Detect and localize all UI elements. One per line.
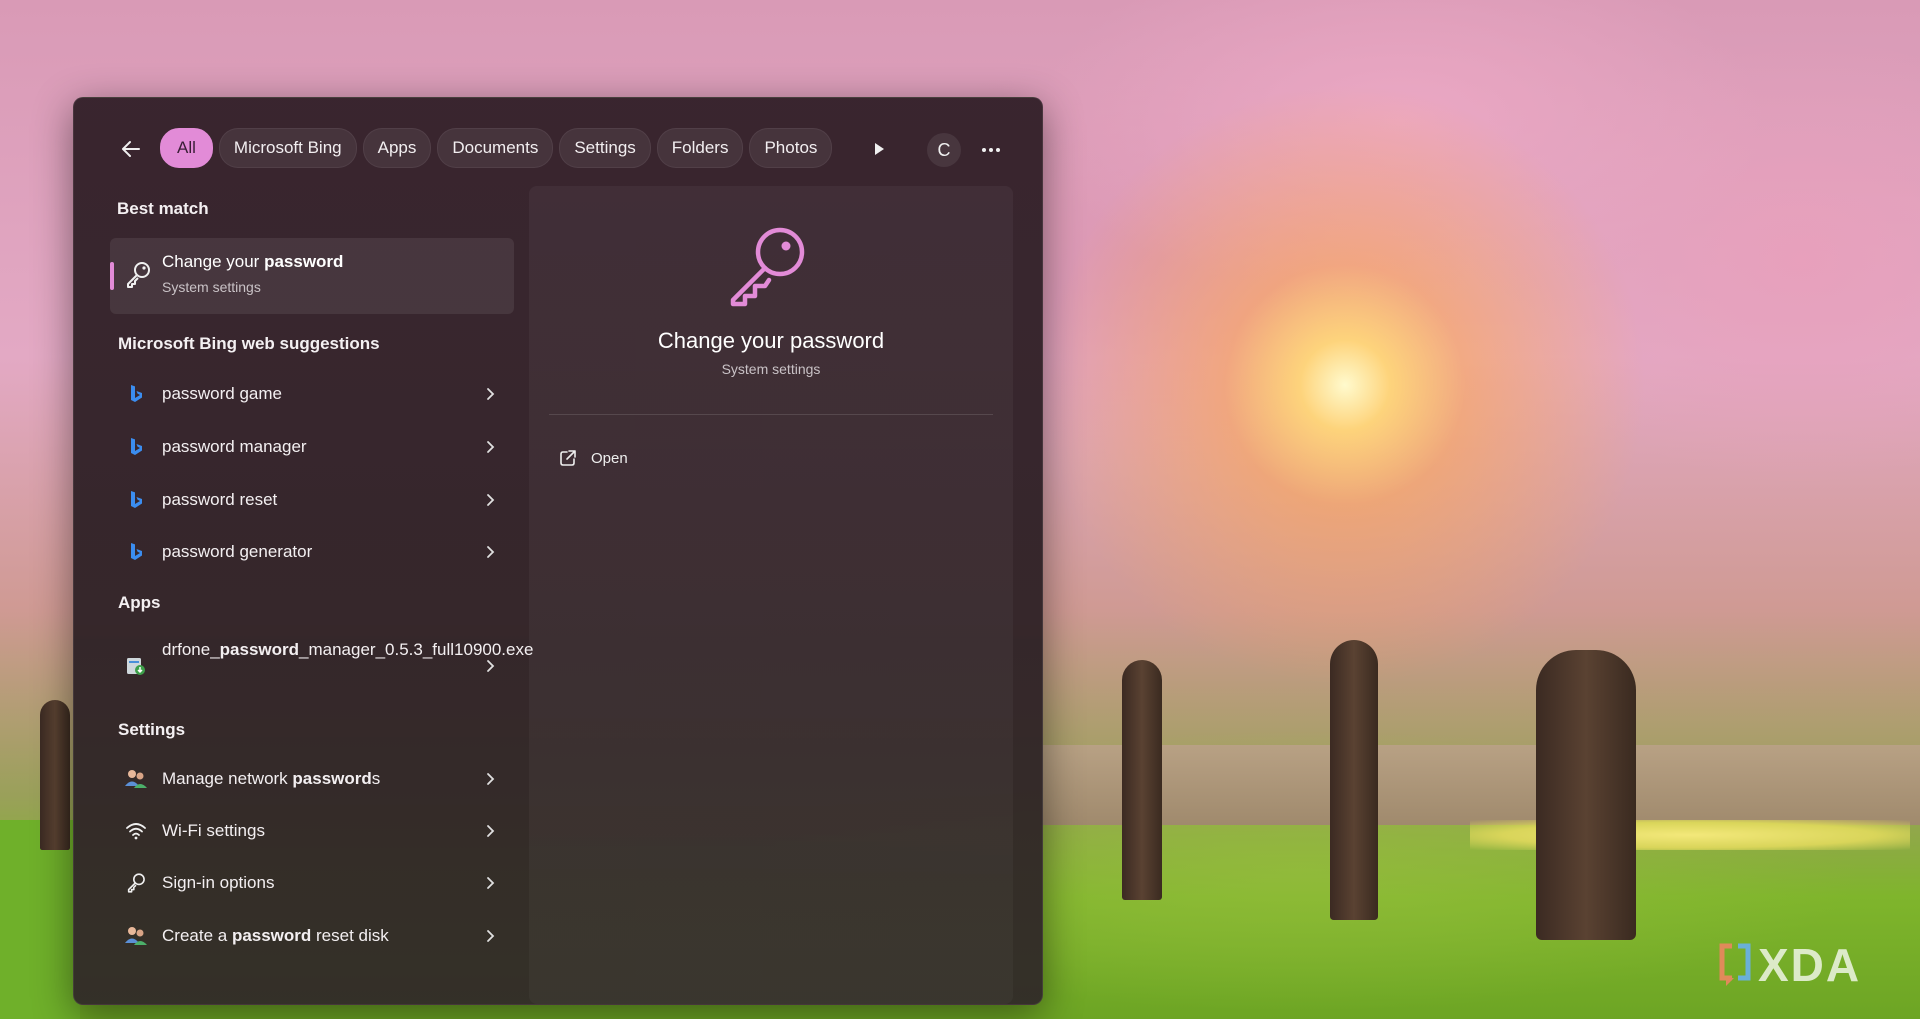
suggestion-label: password generator [162,542,313,561]
play-arrow-icon [875,143,884,155]
setting-label: Create a password reset disk [162,926,389,945]
setting-wifi-settings[interactable]: Wi-Fi settings [110,807,514,855]
bing-suggestions-heading: Microsoft Bing web suggestions [118,334,380,353]
tree-trunk [1330,640,1378,920]
suggestion-label: password manager [162,437,307,456]
setting-label: Manage network passwords [162,769,381,788]
chevron-right-icon [487,773,495,785]
open-action[interactable]: Open [559,444,628,472]
setting-manage-network-passwords[interactable]: Manage network passwords [110,755,514,803]
more-filters-button[interactable] [864,134,894,164]
chevron-right-icon [487,546,495,558]
filter-chip-documents[interactable]: Documents [437,128,554,168]
best-match-item[interactable]: Change your password System settings [110,238,514,314]
watermark-text: XDA [1758,939,1862,991]
account-avatar[interactable]: C [927,133,961,167]
chevron-right-icon [487,660,495,672]
filter-chip-folders[interactable]: Folders [656,128,744,168]
bing-icon [131,438,142,455]
filter-chip-microsoft-bing[interactable]: Microsoft Bing [218,128,357,168]
open-external-icon [560,450,576,466]
setting-label: Sign-in options [162,873,275,892]
detail-pane: Change your password System settings Ope… [529,186,1013,1004]
bing-suggestion-password-manager[interactable]: password manager [110,423,514,471]
settings-heading: Settings [118,720,186,739]
app-result-label: drfone_password_manager_0.5.3_full10900.… [162,640,534,659]
app-result-drfone[interactable]: drfone_password_manager_0.5.3_full10900.… [110,632,534,702]
suggestion-label: password reset [162,490,278,509]
best-match-heading: Best match [117,199,209,218]
tree-trunk [1122,660,1162,900]
chevron-right-icon [487,930,495,942]
setting-create-password-reset-disk[interactable]: Create a password reset disk [110,912,514,960]
open-label: Open [591,449,628,467]
bing-icon [131,543,142,560]
users-icon [125,770,147,788]
detail-subtitle: System settings [721,361,821,377]
filter-chip-photos[interactable]: Photos [749,128,833,168]
setting-sign-in-options[interactable]: Sign-in options [110,859,514,907]
installer-icon [127,658,145,675]
tree-trunk [40,700,70,850]
more-dots-icon [982,148,1000,152]
key-icon [730,227,805,307]
options-button[interactable] [974,133,1008,167]
users-icon [125,927,147,945]
back-button[interactable] [116,134,146,164]
wifi-icon [126,823,146,840]
apps-heading: Apps [118,593,161,612]
search-panel: All Microsoft Bing Apps Documents Settin… [73,97,1043,1005]
chevron-right-icon [487,388,495,400]
bing-suggestion-password-generator[interactable]: password generator [110,528,514,576]
bing-icon [131,385,142,402]
divider [549,414,993,415]
detail-title: Change your password [657,328,885,353]
chevron-right-icon [487,441,495,453]
setting-label: Wi-Fi settings [162,821,265,840]
back-arrow-icon [122,141,140,157]
bing-suggestion-password-reset[interactable]: password reset [110,476,514,524]
filter-chips: All Microsoft Bing Apps Documents Settin… [160,128,833,168]
chevron-right-icon [487,877,495,889]
best-match-title: Change your password [162,252,344,271]
best-match-subtitle: System settings [162,279,261,295]
background-wall [1040,745,1920,825]
chevron-right-icon [487,494,495,506]
selection-indicator [110,262,114,290]
xda-watermark: XDA [1718,938,1861,992]
tree-trunk [1536,650,1636,940]
key-icon [127,873,145,893]
bing-icon [131,491,142,508]
bing-suggestion-password-game[interactable]: password game [110,370,514,418]
filter-chip-settings[interactable]: Settings [559,128,651,168]
xda-logo-icon [1719,943,1751,986]
key-icon [127,262,150,288]
filter-chip-all[interactable]: All [160,128,213,168]
suggestion-label: password game [162,384,283,403]
filter-chip-apps[interactable]: Apps [362,128,432,168]
chevron-right-icon [487,825,495,837]
